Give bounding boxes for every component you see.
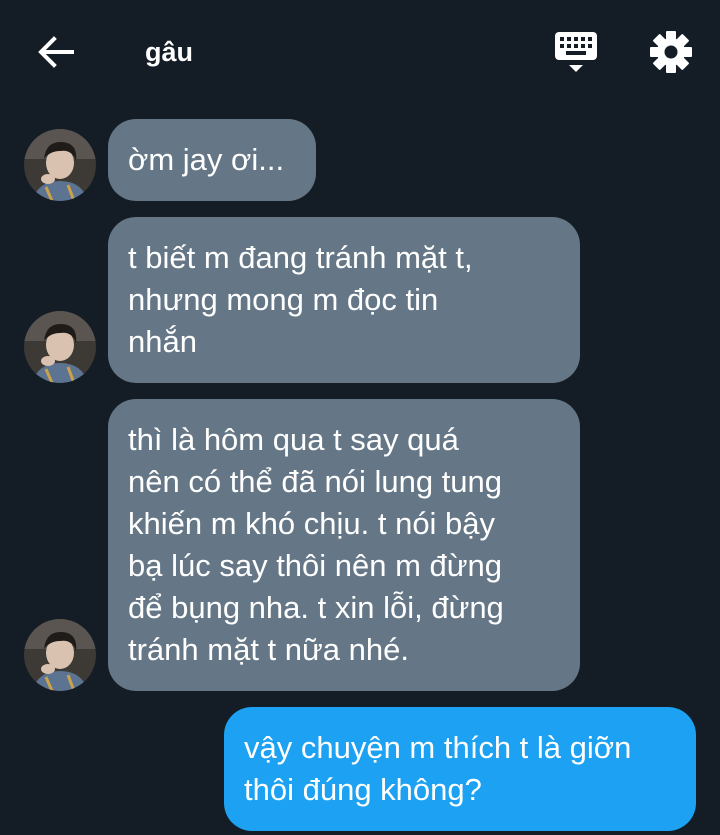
- gear-icon: [650, 31, 692, 73]
- received-message-bubble: thì là hôm qua t say quá nên có thể đã n…: [108, 399, 580, 691]
- contact-avatar[interactable]: [24, 129, 96, 201]
- chat-header: gâu: [0, 0, 720, 100]
- keyboard-button[interactable]: [553, 30, 599, 74]
- received-message-bubble: t biết m đang tránh mặt t, nhưng mong m …: [108, 217, 580, 383]
- arrow-left-icon: [38, 36, 74, 68]
- back-button[interactable]: [34, 32, 78, 72]
- settings-button[interactable]: [648, 29, 694, 75]
- keyboard-icon: [555, 32, 597, 72]
- contact-avatar[interactable]: [24, 311, 96, 383]
- contact-avatar[interactable]: [24, 619, 96, 691]
- conversation-title: gâu: [145, 37, 194, 67]
- sent-message-bubble: vậy chuyện m thích t là giỡn thôi đúng k…: [224, 707, 696, 831]
- received-message-bubble: ờm jay ơi...: [108, 119, 316, 201]
